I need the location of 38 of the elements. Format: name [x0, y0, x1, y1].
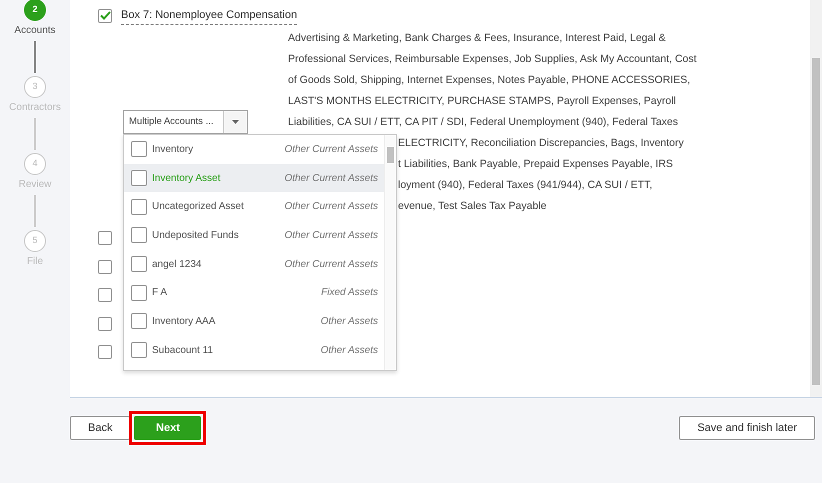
- dropdown-option[interactable]: Inventory AAA Other Assets: [124, 307, 384, 336]
- account-list-text: ELECTRICITY, Reconciliation Discrepancies, Bags, Inventory: [398, 136, 684, 151]
- account-list-text: Professional Services, Reimbursable Expenses, Job Supplies, Ask My Accountant, Cost: [288, 52, 697, 67]
- step-number: 3: [24, 76, 46, 98]
- step-label: Accounts: [14, 24, 56, 38]
- step-number: 5: [24, 230, 46, 252]
- account-list-text: Liabilities, CA SUI / ETT, CA PIT / SDI, Federal Unemployment (940), Federal Taxes: [288, 115, 678, 130]
- checkbox[interactable]: [98, 345, 112, 359]
- dropdown-option[interactable]: Undeposited Funds Other Current Assets: [124, 221, 384, 250]
- dropdown-option[interactable]: Uncategorized Asset Other Current Assets: [124, 192, 384, 222]
- checkbox[interactable]: [98, 260, 112, 274]
- account-list-text: loyment (940), Federal Taxes (941/944), CA SUI / ETT,: [398, 178, 652, 193]
- account-list-text: Advertising & Marketing, Bank Charges & Fees, Insurance, Interest Paid, Legal &: [288, 31, 666, 46]
- dropdown-option[interactable]: F A Fixed Assets: [124, 278, 384, 308]
- account-list-text: t Liabilities, Bank Payable, Prepaid Expenses Payable, IRS: [398, 157, 673, 172]
- caret-icon: [232, 120, 239, 124]
- account-list-text: LAST'S MONTHS ELECTRICITY, PURCHASE STAMPS, Payroll Expenses, Payroll: [288, 94, 676, 109]
- box-label: Box 7: Nonemployee Compensation: [121, 7, 298, 24]
- dropdown-option[interactable]: angel 1234 Other Current Assets: [124, 250, 384, 278]
- step-number: 2: [24, 0, 46, 21]
- dropdown-option[interactable]: Subacount 11 Other Assets: [124, 336, 384, 364]
- account-list-text: evenue, Test Sales Tax Payable: [398, 199, 546, 214]
- dropdown-option[interactable]: Inventory Asset Other Current Assets: [124, 164, 384, 192]
- checkbox[interactable]: [98, 316, 112, 330]
- checkbox[interactable]: [98, 8, 112, 23]
- back-button[interactable]: Back: [70, 416, 130, 440]
- step-number: 4: [24, 153, 46, 175]
- account-dropdown[interactable]: Multiple Accounts ...: [123, 110, 248, 134]
- save-button[interactable]: Save and finish later: [679, 416, 815, 440]
- account-list-text: of Goods Sold, Shipping, Internet Expenses, Notes Payable, PHONE ACCESSORIES,: [288, 73, 690, 88]
- dropdown-option[interactable]: Inventory Other Current Assets: [124, 135, 384, 164]
- scrollbar[interactable]: [384, 135, 396, 370]
- step-label: Contractors: [9, 101, 61, 115]
- step-label: Review: [18, 178, 52, 192]
- step-label: File: [26, 255, 44, 269]
- scrollbar[interactable]: [810, 0, 822, 398]
- checkbox[interactable]: [98, 288, 112, 302]
- checkbox[interactable]: [98, 231, 112, 245]
